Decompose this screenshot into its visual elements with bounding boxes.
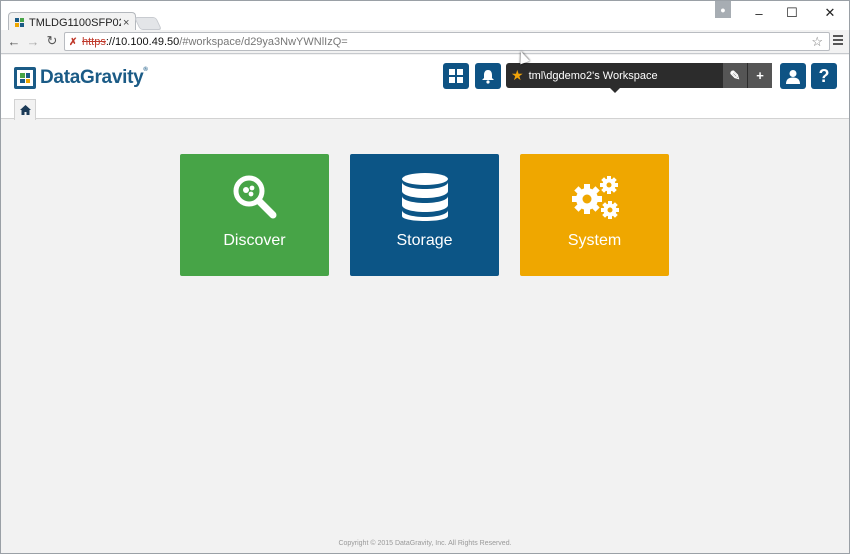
tab-title: TMLDG1100SFP02 -: [29, 16, 121, 29]
database-icon: [400, 172, 450, 222]
tile-label: Discover: [223, 232, 286, 249]
url-scheme: https: [82, 35, 106, 48]
grid-icon: [449, 69, 463, 83]
browser-tab[interactable]: TMLDG1100SFP02 - ×: [8, 12, 136, 32]
datagravity-favicon-icon: [15, 17, 25, 28]
url-path: /#workspace/d29ya3NwYWNlIzQ=: [179, 35, 348, 48]
close-window-button[interactable]: ✕: [807, 1, 850, 25]
tile-label: Storage: [396, 232, 453, 249]
browser-menu-icon[interactable]: [833, 35, 843, 46]
user-icon: [786, 69, 800, 84]
workspace-selector[interactable]: ★ tml\dgdemo2's Workspace ✎ +: [506, 63, 772, 93]
favorite-star-icon[interactable]: ★: [511, 67, 524, 84]
new-tab-button[interactable]: [133, 17, 163, 30]
discover-tile[interactable]: Discover: [180, 154, 329, 276]
window-frame: [0, 0, 1, 554]
add-workspace-button[interactable]: +: [747, 63, 772, 88]
insecure-lock-icon: ✗: [69, 36, 78, 48]
workspace-name: tml\dgdemo2's Workspace: [528, 69, 658, 82]
storage-tile[interactable]: Storage: [350, 154, 499, 276]
logo-mark-icon: [14, 67, 36, 89]
copyright-footer: Copyright © 2015 DataGravity, Inc. All R…: [338, 540, 512, 547]
back-arrow-icon[interactable]: ←: [6, 33, 22, 49]
logo-text: DataGravity®: [40, 67, 148, 88]
bell-icon: [482, 69, 494, 84]
app-header: DataGravity® ★ tml\dgdemo2's Workspace ✎…: [1, 55, 849, 97]
reload-icon[interactable]: ↻: [44, 33, 60, 49]
home-tab[interactable]: [14, 99, 36, 120]
tab-close-icon[interactable]: ×: [123, 17, 129, 29]
url-host: ://10.100.49.50: [105, 35, 180, 48]
browser-toolbar: ← → ↻ ✗ https://10.100.49.50/#workspace/…: [0, 30, 850, 54]
dropdown-caret-icon: [610, 88, 620, 93]
home-icon: [19, 105, 31, 115]
tile-label: System: [567, 232, 622, 249]
bookmark-star-icon[interactable]: ☆: [811, 34, 823, 50]
gears-icon: [569, 172, 621, 222]
edit-workspace-button[interactable]: ✎: [722, 63, 747, 88]
address-bar[interactable]: ✗ https://10.100.49.50/#workspace/d29ya3…: [64, 32, 830, 51]
notifications-button[interactable]: [475, 63, 501, 89]
app-tab-bar: [1, 97, 849, 120]
magnifier-icon: [230, 172, 280, 222]
profile-icon[interactable]: ●: [715, 1, 731, 18]
datagravity-logo[interactable]: DataGravity®: [14, 67, 148, 89]
user-profile-button[interactable]: [780, 63, 806, 89]
forward-arrow-icon[interactable]: →: [25, 33, 41, 49]
grid-view-button[interactable]: [443, 63, 469, 89]
system-tile[interactable]: System: [520, 154, 669, 276]
browser-titlebar: TMLDG1100SFP02 - × ● – ☐ ✕: [0, 0, 850, 32]
help-button[interactable]: ?: [811, 63, 837, 89]
